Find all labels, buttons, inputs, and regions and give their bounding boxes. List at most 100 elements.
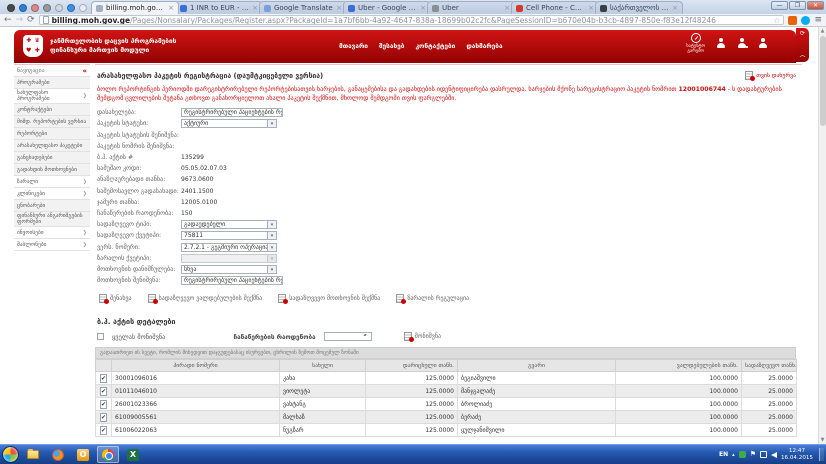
site-nav-link[interactable]: შესახებ bbox=[379, 42, 404, 50]
col-insurance-amount[interactable]: სადაზღვევო თანხ. bbox=[742, 360, 797, 372]
sidebar-item[interactable]: ცნობარები bbox=[14, 200, 90, 212]
scrollbar-thumb[interactable] bbox=[820, 36, 826, 126]
col-liability-amount[interactable]: ვალდებულების თანხ. bbox=[616, 360, 742, 372]
row-checkbox[interactable]: ✔ bbox=[100, 426, 107, 435]
tab-close-icon[interactable]: × bbox=[504, 4, 510, 12]
sidebar-item[interactable]: არასახელფასო პაკეტები bbox=[14, 140, 90, 152]
action-button[interactable]: სადაზღვევო მოთხოვნის შექმნა bbox=[278, 294, 380, 303]
user-list-icon[interactable] bbox=[736, 38, 747, 49]
field-control[interactable]: 75811 bbox=[181, 231, 277, 240]
field-control[interactable]: სხვა bbox=[181, 265, 277, 274]
sidebar-item[interactable]: კონტრაქტები bbox=[14, 104, 90, 116]
pinned-tab-icon[interactable] bbox=[31, 4, 39, 12]
pinned-tab-icon[interactable] bbox=[67, 4, 75, 12]
sidebar-item[interactable]: რეპორტები bbox=[14, 128, 90, 140]
network-icon[interactable] bbox=[760, 451, 767, 458]
tab-close-icon[interactable]: × bbox=[252, 4, 258, 12]
action-center-flag-icon[interactable]: ⚑ bbox=[750, 451, 756, 458]
sidebar-item[interactable]: პროგრამები bbox=[14, 77, 90, 89]
field-control[interactable]: 05.05.02.07.03 bbox=[181, 165, 227, 172]
window-minimize-button[interactable]: — bbox=[771, 1, 788, 10]
sidebar-item[interactable]: კლინიკები ❯ bbox=[14, 188, 90, 200]
browser-tab[interactable]: 1 INR to EUR - Google Se… × bbox=[175, 1, 263, 14]
sidebar-item[interactable]: სახელფასო პროგრამები ❯ bbox=[14, 89, 90, 104]
field-control[interactable]: 135299 bbox=[181, 154, 204, 161]
site-nav-link[interactable]: კონტაქტები bbox=[415, 42, 455, 50]
mark-button[interactable]: მონიშვნა bbox=[404, 332, 441, 341]
pinned-tab-icon[interactable] bbox=[79, 4, 87, 12]
sidebar-item[interactable]: შაბლონები ❯ bbox=[14, 239, 90, 251]
sidebar-collapse-icon[interactable]: « bbox=[82, 67, 87, 75]
browser-tab[interactable]: billing.moh.gov.ge/Page… × bbox=[91, 1, 179, 14]
taskbar-clock[interactable]: 12:47 16.04.2015 bbox=[781, 448, 813, 461]
tray-expand-icon[interactable]: ▴ bbox=[732, 452, 735, 458]
tray-antivirus-icon[interactable] bbox=[739, 451, 746, 458]
field-control[interactable] bbox=[181, 254, 277, 263]
action-button[interactable]: ზარალის რეგულაცია bbox=[396, 294, 469, 303]
back-button[interactable]: ← bbox=[4, 15, 12, 25]
site-nav-link[interactable]: დახმარება bbox=[466, 42, 502, 50]
col-personal-number[interactable]: პირადი ნომერი bbox=[112, 360, 280, 372]
browser-tab[interactable]: Uber - Google Search × bbox=[343, 1, 431, 14]
pinned-tab-icon[interactable] bbox=[43, 4, 51, 12]
table-row[interactable]: ✔ 61006022063 ნუგზარ 125.0000 ყულჯანიშვი… bbox=[96, 424, 797, 437]
action-button[interactable]: სადაზღვევო ვალდებულების შექმნა bbox=[148, 294, 263, 303]
col-surname[interactable]: გვარი bbox=[458, 360, 616, 372]
taskbar-excel-icon[interactable]: X bbox=[122, 446, 144, 463]
bookmark-star-icon[interactable]: ☆ bbox=[773, 16, 780, 25]
col-accrued-amount[interactable]: დარიცხული თანხ. bbox=[366, 360, 458, 372]
pinned-tab-icon[interactable] bbox=[7, 4, 15, 12]
field-control[interactable]: 12005.0100 bbox=[181, 199, 217, 206]
sidebar-item[interactable]: ფინანსური ანგარიშგების ფორმები bbox=[14, 212, 90, 227]
table-row[interactable]: ✔ 26001023366 ვახტანგ 125.0000 ბროლიაძე … bbox=[96, 398, 797, 411]
sidebar-item[interactable]: მიმდ. რეპორტების ვერსია bbox=[14, 116, 90, 128]
table-row[interactable]: ✔ 30001096016 კახა 125.0000 ბეგიაშვილი 1… bbox=[96, 372, 797, 385]
row-checkbox[interactable]: ✔ bbox=[100, 387, 107, 396]
field-control[interactable]: აქტიური bbox=[181, 119, 277, 128]
browser-tab[interactable]: საქართველოს სახელმწ… × bbox=[595, 1, 683, 14]
field-control[interactable]: 9673.0600 bbox=[181, 176, 213, 183]
field-control[interactable]: 2401.1500 bbox=[181, 188, 213, 195]
tab-close-icon[interactable]: × bbox=[672, 4, 678, 12]
row-checkbox[interactable]: ✔ bbox=[100, 374, 107, 383]
vertical-scrollbar[interactable]: ▲ ▼ bbox=[818, 27, 826, 444]
sidebar-item[interactable]: ინვოისები ❯ bbox=[14, 227, 90, 239]
volume-icon[interactable] bbox=[771, 452, 777, 458]
refresh-icon[interactable]: ⟳ bbox=[800, 31, 805, 37]
action-button[interactable]: შენახვა bbox=[99, 294, 132, 303]
tab-close-icon[interactable]: × bbox=[588, 4, 594, 12]
browser-tab[interactable]: Uber × bbox=[427, 1, 515, 14]
field-control[interactable]: გადაუდებელი bbox=[181, 220, 277, 229]
extension-icon-1[interactable] bbox=[788, 16, 797, 25]
window-close-button[interactable]: ✕ bbox=[807, 1, 824, 10]
sidebar-item[interactable]: გადახდის მოთხოვნები bbox=[14, 164, 90, 176]
field-control[interactable]: 150 bbox=[181, 210, 192, 217]
row-checkbox[interactable]: ✔ bbox=[100, 413, 107, 422]
select-all-checkbox[interactable] bbox=[97, 333, 104, 340]
browser-tab[interactable]: Google Translate × bbox=[259, 1, 347, 14]
taskbar-firefox-icon[interactable] bbox=[47, 446, 69, 463]
start-button[interactable] bbox=[2, 446, 19, 463]
browser-tab[interactable]: Cell Phone - Cell Phones … × bbox=[511, 1, 599, 14]
address-bar[interactable]: billing.moh.gov.ge/Pages/Nonsalary/Packa… bbox=[39, 15, 785, 25]
table-row[interactable]: ✔ 61009005561 მალხაზ 125.0000 ბერაძე 100… bbox=[96, 411, 797, 424]
sidebar-item[interactable]: ზარალი ❯ bbox=[14, 176, 90, 188]
pinned-tab-icon[interactable] bbox=[55, 4, 63, 12]
taskbar-chrome-icon[interactable] bbox=[97, 446, 119, 463]
field-control[interactable]: 2.7.2.1 - გეგმიური ოპერაცია bbox=[181, 243, 277, 252]
field-control[interactable]: რეგისტრირებული პაციენტების რეესტრი bbox=[181, 108, 283, 117]
language-indicator[interactable]: EN bbox=[719, 451, 728, 458]
table-row[interactable]: ✔ 01011046010 ვიოლეტა 125.0000 მანჯგალაძ… bbox=[96, 385, 797, 398]
chevron-up-icon[interactable]: ︿ bbox=[799, 53, 805, 59]
records-count-input[interactable] bbox=[324, 332, 372, 341]
tab-close-icon[interactable]: × bbox=[168, 4, 174, 12]
tab-close-icon[interactable]: × bbox=[420, 4, 426, 12]
window-maximize-button[interactable]: ❐ bbox=[789, 1, 806, 10]
field-control[interactable]: რეგისტრირებული პაციენტების რეესტრი bbox=[181, 276, 283, 285]
pinned-tab-icon[interactable] bbox=[19, 4, 27, 12]
taskbar-explorer-icon[interactable] bbox=[22, 446, 44, 463]
tab-close-icon[interactable]: × bbox=[336, 4, 342, 12]
site-nav-link[interactable]: მთავარი bbox=[339, 42, 368, 50]
user-icon[interactable] bbox=[715, 38, 726, 49]
month-close-link[interactable]: თვის დახურვა bbox=[745, 71, 796, 80]
